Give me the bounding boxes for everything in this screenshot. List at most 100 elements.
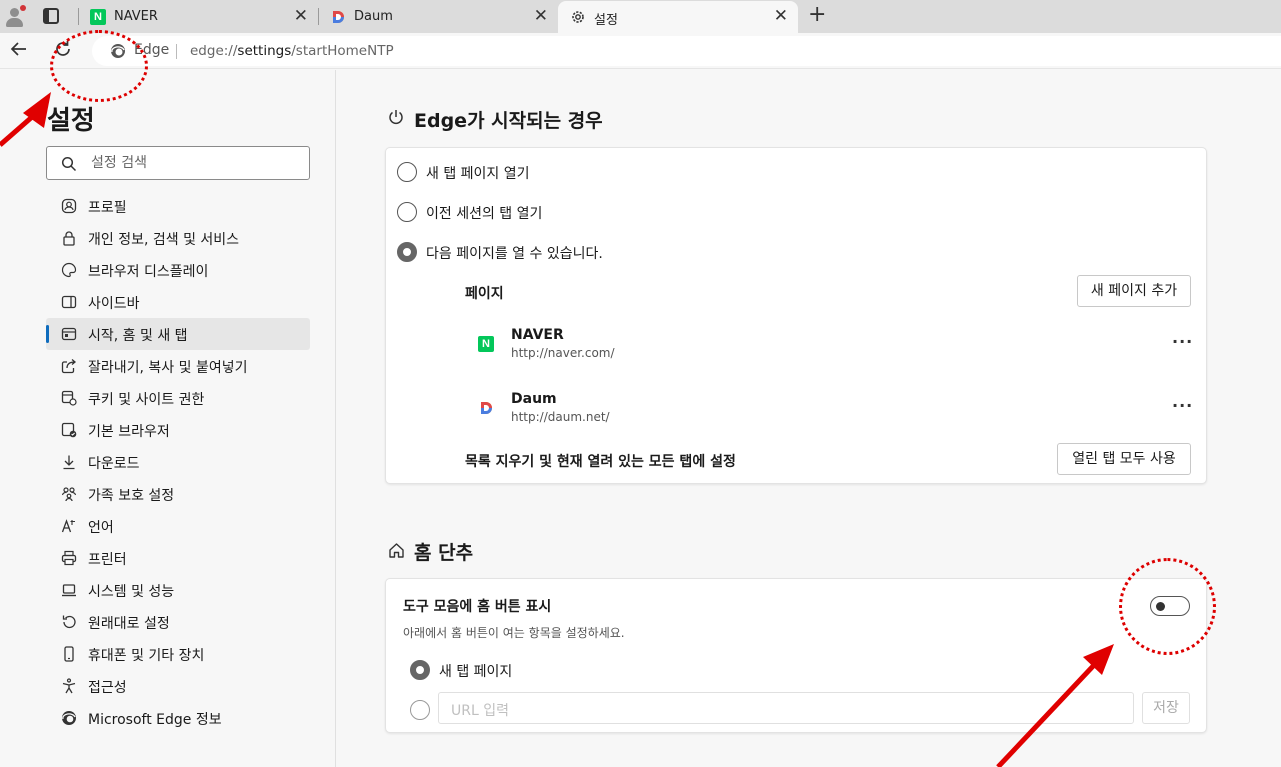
tab-naver[interactable]: N NAVER ✕ <box>78 1 318 33</box>
address-bar[interactable]: Edge edge://settings/startHomeNTP <box>92 36 1281 66</box>
sidebar-item-label: 시작, 홈 및 새 탭 <box>88 328 188 344</box>
settings-search[interactable] <box>46 146 310 180</box>
sidebar-item-default-browser[interactable]: 기본 브라우저 <box>46 414 310 446</box>
close-tab-icon[interactable]: ✕ <box>294 6 308 26</box>
printer-icon <box>60 549 78 567</box>
share-icon <box>60 357 78 375</box>
sidebar-item-accessibility[interactable]: 접근성 <box>46 670 310 702</box>
settings-sidebar: 설정 프로필 개인 정보, 검색 및 서비스 브라우저 디스플레이 사이드바 시… <box>0 70 336 767</box>
sidebar-item-about[interactable]: Microsoft Edge 정보 <box>46 702 310 734</box>
reset-icon <box>60 613 78 631</box>
tab-title: NAVER <box>114 9 158 24</box>
close-tab-icon[interactable]: ✕ <box>774 6 788 26</box>
page-url: http://naver.com/ <box>511 346 615 360</box>
sidebar-item-label: 잘라내기, 복사 및 붙여넣기 <box>88 360 248 376</box>
new-tab-button[interactable]: + <box>808 3 826 27</box>
tab-daum[interactable]: Daum ✕ <box>318 1 558 33</box>
startup-option-label: 다음 페이지를 열 수 있습니다. <box>426 246 603 262</box>
sidebar-item-label: 시스템 및 성능 <box>88 584 175 600</box>
page-more-button[interactable]: ··· <box>1172 332 1193 351</box>
page-name: NAVER <box>511 327 564 343</box>
url-text[interactable]: edge://settings/startHomeNTP <box>190 43 394 59</box>
gear-icon <box>572 11 584 23</box>
home-tab-icon <box>60 325 78 343</box>
sidebar-item-printer[interactable]: 프린터 <box>46 542 310 574</box>
tab-settings[interactable]: 설정 ✕ <box>558 1 798 33</box>
tab-title: Daum <box>354 9 393 24</box>
page-url: http://daum.net/ <box>511 410 610 424</box>
sidebar-item-label: 프로필 <box>88 200 127 216</box>
sidebar-item-label: 가족 보호 설정 <box>88 488 175 504</box>
sidebar-item-profile[interactable]: 프로필 <box>46 190 310 222</box>
save-button[interactable]: 저장 <box>1142 692 1190 724</box>
home-radio-url[interactable] <box>410 700 430 720</box>
tab-title: 설정 <box>594 13 618 28</box>
sidebar-item-language[interactable]: 언어 <box>46 510 310 542</box>
url-input-placeholder: URL 입력 <box>451 703 509 719</box>
naver-favicon: N <box>90 9 106 25</box>
language-icon <box>60 517 78 535</box>
sidebar-item-reset[interactable]: 원래대로 설정 <box>46 606 310 638</box>
home-option-label: 새 탭 페이지 <box>439 664 513 680</box>
phone-icon <box>60 645 78 663</box>
lock-icon <box>60 229 78 247</box>
sidebar-item-cut-copy[interactable]: 잘라내기, 복사 및 붙여넣기 <box>46 350 310 382</box>
add-page-button[interactable]: 새 페이지 추가 <box>1077 275 1191 307</box>
show-home-toggle[interactable] <box>1150 596 1190 616</box>
naver-favicon: N <box>478 336 494 352</box>
sidebar-item-cookies[interactable]: 쿠키 및 사이트 권한 <box>46 382 310 414</box>
search-icon <box>61 156 77 172</box>
settings-main: Edge가 시작되는 경우 새 탭 페이지 열기 이전 세션의 탭 열기 다음 … <box>337 70 1281 767</box>
tab-strip: N NAVER ✕ Daum ✕ 설정 ✕ + <box>0 0 1281 33</box>
profile-avatar-icon[interactable] <box>4 4 26 28</box>
show-home-description: 아래에서 홈 버튼이 여는 항목을 설정하세요. <box>403 626 625 640</box>
edge-icon <box>111 44 125 58</box>
page-more-button[interactable]: ··· <box>1172 396 1193 415</box>
sidebar-item-display[interactable]: 브라우저 디스플레이 <box>46 254 310 286</box>
sidebar-icon <box>60 293 78 311</box>
sidebar-item-label: 기본 브라우저 <box>88 424 170 440</box>
profile-icon <box>60 197 78 215</box>
home-card: 도구 모음에 홈 버튼 표시 아래에서 홈 버튼이 여는 항목을 설정하세요. … <box>385 578 1207 733</box>
palette-icon <box>60 261 78 279</box>
sidebar-item-family[interactable]: 가족 보호 설정 <box>46 478 310 510</box>
reload-icon[interactable] <box>52 38 74 60</box>
edge-icon <box>60 709 78 727</box>
startup-radio-new-tab[interactable] <box>397 162 417 182</box>
startup-option-label: 이전 세션의 탭 열기 <box>426 206 543 222</box>
close-tab-icon[interactable]: ✕ <box>534 6 548 26</box>
startup-card: 새 탭 페이지 열기 이전 세션의 탭 열기 다음 페이지를 열 수 있습니다.… <box>385 147 1207 484</box>
sidebar-item-start-home[interactable]: 시작, 홈 및 새 탭 <box>46 318 310 350</box>
cookie-icon <box>60 389 78 407</box>
address-separator <box>176 44 177 59</box>
sidebar-item-label: 휴대폰 및 기타 장치 <box>88 648 205 664</box>
sidebar-item-system[interactable]: 시스템 및 성능 <box>46 574 310 606</box>
sidebar-item-privacy[interactable]: 개인 정보, 검색 및 서비스 <box>46 222 310 254</box>
startup-radio-previous[interactable] <box>397 202 417 222</box>
sidebar-item-label: 프린터 <box>88 552 127 568</box>
startup-option-label: 새 탭 페이지 열기 <box>426 166 530 182</box>
clear-list-label: 목록 지우기 및 현재 열려 있는 모든 탭에 설정 <box>465 454 736 470</box>
startup-radio-specific-pages[interactable] <box>397 242 417 262</box>
home-url-input[interactable]: URL 입력 <box>438 692 1134 724</box>
daum-favicon <box>333 11 344 23</box>
home-radio-new-tab[interactable] <box>410 660 430 680</box>
search-input[interactable] <box>91 153 301 173</box>
sidebar-item-phone[interactable]: 휴대폰 및 기타 장치 <box>46 638 310 670</box>
sidebar-item-label: 접근성 <box>88 680 127 696</box>
family-icon <box>60 485 78 503</box>
accessibility-icon <box>60 677 78 695</box>
sidebar-item-label: 브라우저 디스플레이 <box>88 264 209 280</box>
edge-label: Edge <box>134 42 170 58</box>
sidebar-item-downloads[interactable]: 다운로드 <box>46 446 310 478</box>
daum-favicon <box>481 402 492 414</box>
sidebar-item-sidebar[interactable]: 사이드바 <box>46 286 310 318</box>
page-name: Daum <box>511 391 557 407</box>
power-icon <box>389 110 403 125</box>
back-arrow-icon[interactable] <box>8 38 30 60</box>
tab-actions-icon[interactable] <box>43 8 59 24</box>
laptop-icon <box>60 581 78 599</box>
startup-section-title: Edge가 시작되는 경우 <box>414 110 603 132</box>
navigation-toolbar: Edge edge://settings/startHomeNTP <box>0 33 1281 69</box>
use-open-tabs-button[interactable]: 열린 탭 모두 사용 <box>1057 443 1191 475</box>
